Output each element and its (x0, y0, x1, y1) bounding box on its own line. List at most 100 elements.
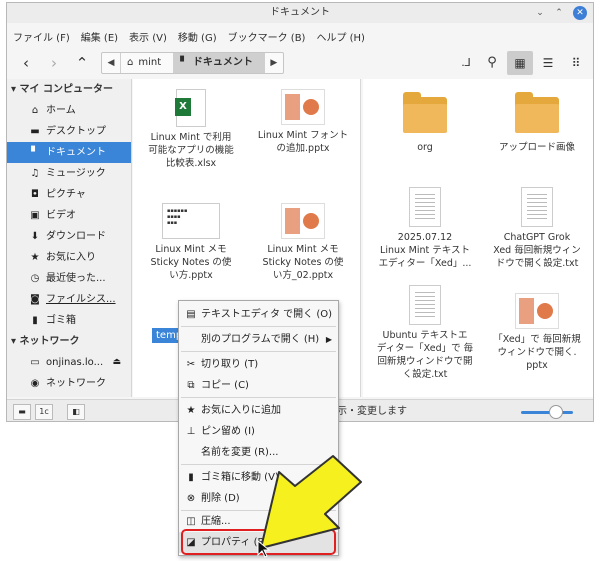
sidebar-item-downloads[interactable]: ⬇ ダウンロード (7, 226, 131, 247)
folder-item[interactable]: org (373, 92, 477, 154)
menu-divider (181, 351, 336, 352)
download-icon: ⬇ (30, 231, 40, 242)
menu-cut[interactable]: ✂ 切り取り (T) (179, 354, 338, 375)
sidebar-header-computer[interactable]: ▾ マイ コンピューター (7, 79, 131, 100)
menu-file[interactable]: ファイル (F) (13, 29, 70, 44)
zoom-slider[interactable] (521, 411, 573, 414)
folder-item[interactable]: アップロード画像 (485, 92, 589, 154)
clock-icon: ◷ (30, 273, 40, 284)
music-icon: ♫ (30, 168, 40, 179)
sidebar-item-recent[interactable]: ◷ 最近使った... (7, 268, 131, 289)
file-item[interactable]: ▪▪▪▪▪▪ ▪▪▪▪ ▪▪▪ Linux Mint メモ Sticky Notes… (139, 203, 243, 282)
star-icon: ★ (186, 405, 196, 416)
breadcrumb-documents[interactable]: ▘ ドキュメント (173, 53, 265, 73)
presentation-thumbnail-icon: ▪▪▪▪▪▪ ▪▪▪▪ ▪▪▪ (162, 203, 220, 239)
trash-icon: ▮ (188, 472, 194, 483)
home-icon: ⌂ (127, 57, 134, 68)
home-icon: ⌂ (31, 105, 39, 116)
file-item[interactable]: Ubuntu テキストエ ディター「Xed」で 毎 回新規ウィンドウで開 く設定… (373, 285, 477, 381)
file-pane-right: org アップロード画像 2025.07.12 Linux Mint テキスト … (363, 79, 593, 397)
text-file-icon (409, 187, 441, 227)
title-bar[interactable]: ドキュメント ⌄ ⌃ ✕ (7, 3, 593, 23)
file-item[interactable]: 「Xed」で 毎回新規 ウィンドウで開く. pptx (485, 293, 589, 372)
text-editor-icon: ▤ (186, 309, 196, 320)
presentation-icon (515, 293, 559, 329)
file-item[interactable]: Linux Mint フォント の追加.pptx (251, 89, 355, 155)
desktop-icon: ▬ (30, 126, 40, 137)
forward-arrow-icon[interactable]: › (41, 51, 67, 75)
path-left-icon[interactable]: ◀ (102, 53, 120, 73)
breadcrumb-home[interactable]: ⌂ mint (120, 53, 173, 73)
menu-help[interactable]: ヘルプ (H) (316, 29, 365, 44)
show-places-icon[interactable]: ▬ (13, 404, 31, 420)
network-icon: ◉ (30, 378, 40, 389)
delete-icon: ⊗ (186, 493, 196, 504)
menu-edit[interactable]: 編集 (E) (81, 29, 118, 44)
sidebar-item-music[interactable]: ♫ ミュージック (7, 163, 131, 184)
open-terminal-icon[interactable]: .⅃ (453, 51, 479, 75)
menu-pin[interactable]: ⊥ ピン留め (I) (179, 421, 338, 442)
sidebar-item-nas[interactable]: ▭ onjinas.lo... ⏏ (7, 352, 131, 373)
search-icon[interactable]: ⚲ (479, 51, 505, 75)
menu-divider (181, 326, 336, 327)
trash-icon: ▮ (32, 315, 38, 326)
folder-icon (515, 92, 559, 133)
path-right-icon[interactable]: ▶ (265, 53, 283, 73)
zoom-slider-handle[interactable] (549, 405, 563, 419)
maximize-icon[interactable]: ⌃ (552, 6, 566, 20)
mouse-cursor-icon (257, 540, 271, 558)
show-tree-icon[interactable]: 1c (35, 404, 53, 420)
presentation-icon (281, 89, 325, 125)
menu-add-favorite[interactable]: ★ お気に入りに追加 (179, 400, 338, 421)
sidebar: ▾ マイ コンピューター ⌂ ホーム ▬ デスクトップ ▘ ドキュメント ♫ ミュージッ… (7, 79, 132, 397)
sidebar-item-filesystem[interactable]: ◙ ファイルシス... (7, 289, 131, 310)
list-view-icon[interactable]: ☰ (535, 51, 561, 75)
minimize-icon[interactable]: ⌄ (533, 6, 547, 20)
up-arrow-icon[interactable]: ⌃ (69, 51, 95, 75)
menu-go[interactable]: 移動 (G) (178, 29, 217, 44)
pin-icon: ⊥ (186, 426, 196, 437)
sidebar-item-documents[interactable]: ▘ ドキュメント (7, 142, 131, 163)
menu-view[interactable]: 表示 (V) (129, 29, 167, 44)
menu-copy[interactable]: ⧉ コピー (C) (179, 375, 338, 396)
compact-view-icon[interactable]: ⠿ (563, 51, 589, 75)
breadcrumb: ◀ ⌂ mint ▘ ドキュメント ▶ (101, 52, 284, 74)
presentation-icon (281, 203, 325, 239)
sidebar-item-home[interactable]: ⌂ ホーム (7, 100, 131, 121)
sidebar-item-desktop[interactable]: ▬ デスクトップ (7, 121, 131, 142)
file-item[interactable]: Linux Mint メモ Sticky Notes の使 い方_02.pptx (251, 203, 355, 282)
eject-icon[interactable]: ⏏ (112, 352, 121, 373)
status-text: 示・変更します (337, 406, 407, 417)
file-item[interactable]: ChatGPT Grok Xed 毎回新規ウィン ドウで開く設定.txt (485, 187, 589, 270)
server-icon: ▭ (30, 357, 40, 368)
sidebar-item-network[interactable]: ◉ ネットワーク (7, 373, 131, 394)
sidebar-item-trash[interactable]: ▮ ゴミ箱 (7, 310, 131, 331)
star-icon: ★ (30, 252, 40, 263)
text-file-icon (409, 285, 441, 325)
spreadsheet-icon (175, 89, 206, 127)
video-icon: ▣ (30, 210, 40, 221)
file-item[interactable]: Linux Mint で利用 可能なアプリの機能 比較表.xlsx (139, 89, 243, 170)
sidebar-item-pictures[interactable]: ◘ ピクチャ (7, 184, 131, 205)
toolbar: ‹ › ⌃ ◀ ⌂ mint ▘ ドキュメント ▶ .⅃ ⚲ ▦ ☰ ⠿ (7, 49, 593, 77)
hide-sidebar-icon[interactable]: ◧ (67, 404, 85, 420)
menu-open-with[interactable]: 別のプログラムで開く (H) ▶ (179, 329, 338, 350)
folder-icon (403, 92, 447, 133)
document-icon: ▘ (180, 57, 188, 68)
icon-view-icon[interactable]: ▦ (507, 51, 533, 75)
sidebar-header-network[interactable]: ▾ ネットワーク (7, 331, 131, 352)
copy-icon: ⧉ (187, 380, 195, 391)
menu-bookmarks[interactable]: ブックマーク (B) (228, 29, 306, 44)
annotation-arrow-icon (260, 455, 362, 549)
cut-icon: ✂ (186, 359, 196, 370)
close-icon[interactable]: ✕ (573, 6, 587, 20)
window-title: ドキュメント (270, 7, 330, 18)
drive-icon: ◙ (30, 294, 40, 305)
submenu-arrow-icon: ▶ (325, 335, 332, 344)
back-arrow-icon[interactable]: ‹ (13, 51, 39, 75)
menu-open-text-editor[interactable]: ▤ テキストエディタ で開く (O) (179, 304, 338, 325)
sidebar-item-videos[interactable]: ▣ ビデオ (7, 205, 131, 226)
menu-bar: ファイル (F) 編集 (E) 表示 (V) 移動 (G) ブックマーク (B)… (7, 25, 593, 47)
file-item[interactable]: 2025.07.12 Linux Mint テキスト エディター「Xed」... (373, 187, 477, 270)
sidebar-item-favorites[interactable]: ★ お気に入り (7, 247, 131, 268)
